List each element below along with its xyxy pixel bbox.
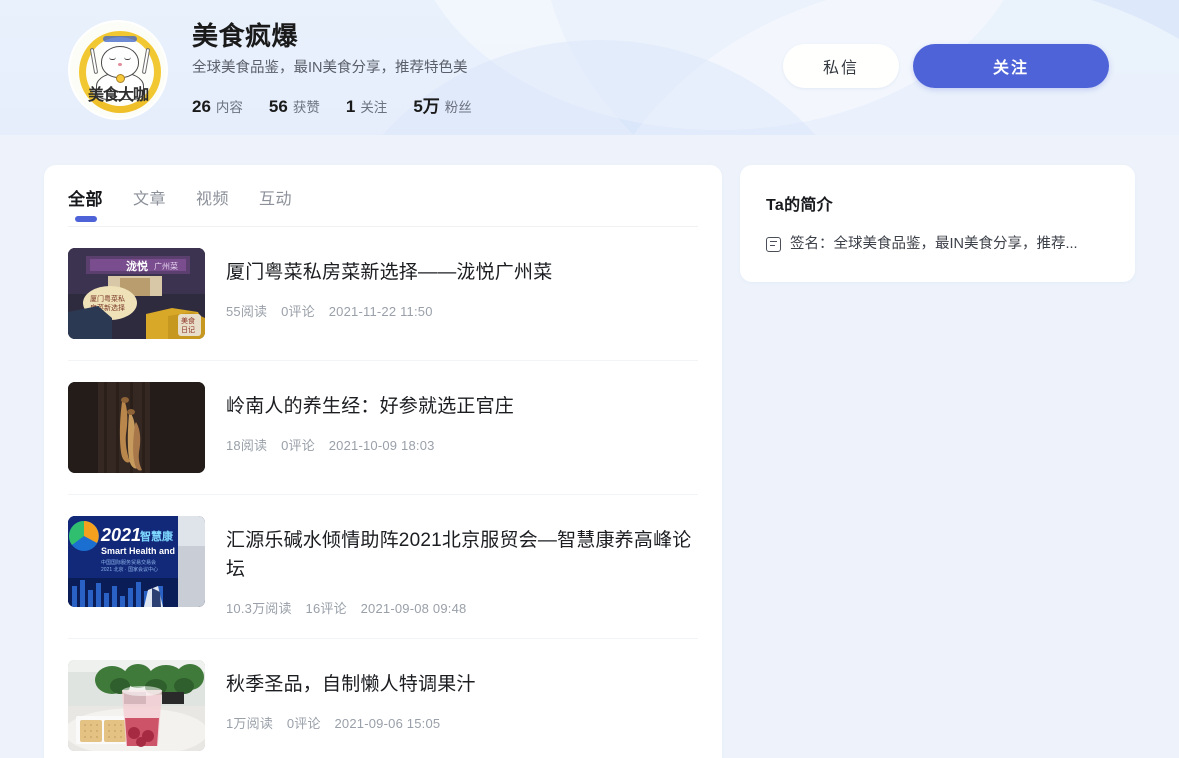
cat-bell-icon [116, 74, 125, 83]
article-body: 汇源乐碱水倾情助阵2021北京服贸会—智慧康养高峰论坛 10.3万阅读 16评论… [226, 516, 698, 617]
article-comments: 0评论 [281, 437, 315, 453]
article-title[interactable]: 秋季圣品，自制懒人特调果汁 [226, 671, 698, 700]
header-content: 美食大咖 美食疯爆 全球美食品鉴，最IN美食分享，推荐特色美 26 内容 56 … [0, 0, 1179, 135]
article-item[interactable]: 泷悦 广州菜 厦门粤菜私 房菜新选择 美食 日记 厦门粤菜私房菜新选择——泷悦广… [68, 227, 698, 361]
article-item[interactable]: 2021 智慧康 Smart Health and 中国国际服务贸易交易会 20… [68, 495, 698, 639]
svg-text:智慧康: 智慧康 [140, 529, 174, 543]
svg-text:中国国际服务贸易交易会: 中国国际服务贸易交易会 [101, 559, 156, 566]
profile-actions: 私信 关注 [783, 44, 1109, 88]
article-title[interactable]: 岭南人的养生经：好参就选正官庄 [226, 393, 698, 422]
stat-value: 5万 [413, 96, 440, 116]
avatar[interactable]: 美食大咖 [68, 20, 168, 120]
article-date: 2021-11-22 11:50 [328, 303, 433, 319]
svg-text:厦门粤菜私: 厦门粤菜私 [90, 294, 125, 303]
article-reads: 10.3万阅读 [226, 600, 292, 616]
article-title[interactable]: 厦门粤菜私房菜新选择——泷悦广州菜 [226, 259, 698, 288]
profile-stats: 26 内容 56 获赞 1 关注 5万 粉丝 [192, 92, 783, 117]
stat-followers[interactable]: 5万 粉丝 [413, 92, 471, 117]
article-body: 秋季圣品，自制懒人特调果汁 1万阅读 0评论 2021-09-06 15:05 [226, 660, 698, 732]
stat-label: 内容 [215, 99, 243, 115]
article-item[interactable]: 秋季圣品，自制懒人特调果汁 1万阅读 0评论 2021-09-06 15:05 [68, 639, 698, 758]
avatar-logo-text: 美食大咖 [87, 87, 149, 104]
article-title[interactable]: 汇源乐碱水倾情助阵2021北京服贸会—智慧康养高峰论坛 [226, 527, 698, 585]
article-body: 岭南人的养生经：好参就选正官庄 18阅读 0评论 2021-10-09 18:0… [226, 382, 698, 454]
svg-text:2021: 2021 [100, 525, 141, 545]
article-reads: 1万阅读 [226, 715, 274, 731]
article-meta: 1万阅读 0评论 2021-09-06 15:05 [226, 713, 698, 732]
stat-label: 获赞 [292, 99, 320, 115]
tab-videos[interactable]: 视频 [196, 192, 229, 226]
svg-text:广州菜: 广州菜 [154, 261, 178, 271]
tab-all[interactable]: 全部 [68, 191, 103, 226]
stat-value: 1 [345, 96, 356, 116]
page-body: 全部 文章 视频 互动 泷悦 广州菜 厦门粤菜私 房菜新选择 美食 日记 厦门粤… [0, 135, 1179, 758]
profile-tagline: 全球美食品鉴，最IN美食分享，推荐特色美 [192, 59, 468, 76]
profile-intro-card: Ta的简介 签名：全球美食品鉴，最IN美食分享，推荐... [740, 165, 1135, 283]
article-thumbnail[interactable]: 2021 智慧康 Smart Health and 中国国际服务贸易交易会 20… [68, 516, 205, 607]
svg-text:2021 北京 · 国家会议中心: 2021 北京 · 国家会议中心 [101, 566, 158, 573]
follow-button[interactable]: 关注 [913, 44, 1109, 88]
content-panel: 全部 文章 视频 互动 泷悦 广州菜 厦门粤菜私 房菜新选择 美食 日记 厦门粤… [44, 165, 722, 758]
svg-text:美食: 美食 [181, 316, 195, 325]
article-list: 泷悦 广州菜 厦门粤菜私 房菜新选择 美食 日记 厦门粤菜私房菜新选择——泷悦广… [68, 227, 698, 758]
article-date: 2021-09-06 15:05 [334, 715, 441, 731]
article-item[interactable]: 岭南人的养生经：好参就选正官庄 18阅读 0评论 2021-10-09 18:0… [68, 361, 698, 495]
profile-identity: 美食疯爆 全球美食品鉴，最IN美食分享，推荐特色美 26 内容 56 获赞 1 … [192, 12, 783, 117]
article-reads: 18阅读 [226, 437, 268, 453]
profile-signature-text: 签名：全球美食品鉴，最IN美食分享，推荐... [790, 236, 1078, 252]
article-date: 2021-10-09 18:03 [328, 437, 435, 453]
content-tabs: 全部 文章 视频 互动 [68, 165, 698, 227]
profile-intro-title: Ta的简介 [766, 197, 833, 214]
stat-contents[interactable]: 26 内容 [192, 96, 243, 117]
article-reads: 55阅读 [226, 303, 268, 319]
note-icon [766, 236, 781, 252]
stat-value: 56 [268, 96, 288, 116]
cat-nose-icon [118, 63, 122, 66]
stat-likes[interactable]: 56 获赞 [269, 96, 320, 117]
article-meta: 55阅读 0评论 2021-11-22 11:50 [226, 301, 698, 320]
article-comments: 16评论 [305, 600, 347, 616]
stat-label: 关注 [360, 99, 388, 115]
profile-nickname: 美食疯爆 [192, 21, 299, 51]
stat-following[interactable]: 1 关注 [346, 96, 387, 117]
article-body: 厦门粤菜私房菜新选择——泷悦广州菜 55阅读 0评论 2021-11-22 11… [226, 248, 698, 320]
article-thumbnail[interactable] [68, 382, 205, 473]
article-comments: 0评论 [286, 715, 321, 731]
tab-interactions[interactable]: 互动 [259, 192, 292, 226]
profile-header: 美食大咖 美食疯爆 全球美食品鉴，最IN美食分享，推荐特色美 26 内容 56 … [0, 0, 1179, 135]
message-button[interactable]: 私信 [783, 44, 899, 88]
tab-articles[interactable]: 文章 [133, 192, 166, 226]
article-meta: 10.3万阅读 16评论 2021-09-08 09:48 [226, 598, 698, 617]
article-date: 2021-09-08 09:48 [360, 600, 467, 616]
stat-label: 粉丝 [444, 99, 472, 115]
article-comments: 0评论 [281, 303, 315, 319]
sidebar: Ta的简介 签名：全球美食品鉴，最IN美食分享，推荐... [740, 165, 1135, 283]
profile-signature-row: 签名：全球美食品鉴，最IN美食分享，推荐... [766, 234, 1109, 254]
svg-text:泷悦: 泷悦 [126, 259, 148, 273]
article-thumbnail[interactable] [68, 659, 205, 751]
svg-text:Smart Health and: Smart Health and [101, 546, 175, 556]
article-meta: 18阅读 0评论 2021-10-09 18:03 [226, 435, 698, 454]
svg-text:日记: 日记 [181, 326, 195, 334]
stat-value: 26 [192, 96, 211, 116]
article-thumbnail[interactable]: 泷悦 广州菜 厦门粤菜私 房菜新选择 美食 日记 [68, 248, 205, 339]
